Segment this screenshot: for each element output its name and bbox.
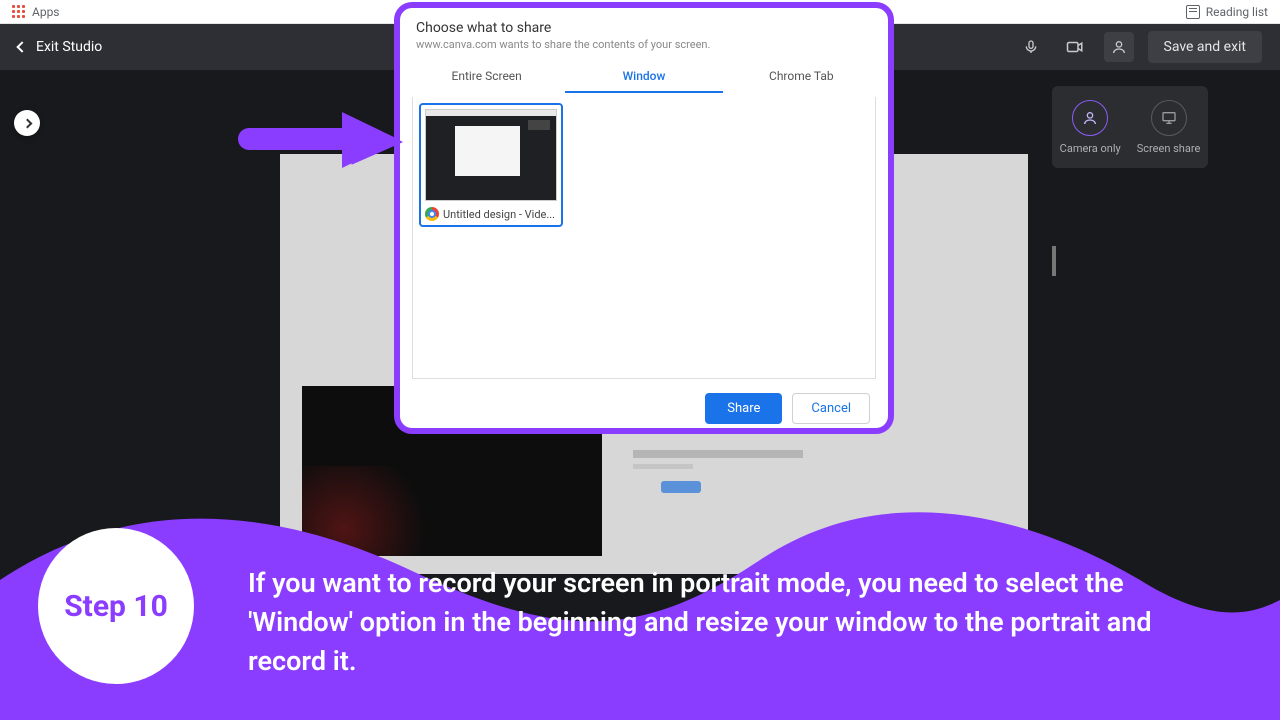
camera-only-label: Camera only — [1060, 142, 1121, 155]
reading-list-button[interactable]: Reading list — [1186, 5, 1268, 19]
cancel-button[interactable]: Cancel — [792, 393, 870, 424]
save-exit-label: Save and exit — [1164, 39, 1246, 55]
chrome-icon — [425, 207, 439, 221]
tab-chrome-tab[interactable]: Chrome Tab — [723, 61, 880, 93]
screen-share-option[interactable]: Screen share — [1137, 100, 1201, 155]
dialog-subtitle: www.canva.com wants to share the content… — [400, 38, 888, 61]
tab-window[interactable]: Window — [565, 61, 722, 93]
tutorial-step-banner: Step 10 If you want to record your scree… — [0, 490, 1280, 720]
camera-only-option[interactable]: Camera only — [1060, 100, 1121, 155]
recording-mode-panel: Camera only Screen share — [1052, 86, 1208, 168]
arrow-annotation — [232, 98, 412, 182]
presenter-icon[interactable] — [1104, 32, 1134, 62]
thumbnail-label: Untitled design - Vide... — [443, 208, 555, 221]
reading-list-icon — [1186, 5, 1200, 19]
canvas-marker — [1052, 246, 1056, 276]
dialog-body: Untitled design - Vide... — [412, 97, 876, 379]
step-badge: Step 10 — [38, 528, 194, 684]
screen-share-icon — [1151, 100, 1187, 136]
step-label: Step 10 — [64, 589, 168, 624]
share-button[interactable]: Share — [705, 393, 782, 424]
mic-icon[interactable] — [1016, 32, 1046, 62]
dialog-title: Choose what to share — [400, 8, 888, 38]
apps-button[interactable]: Apps — [12, 5, 60, 19]
step-instruction-text: If you want to record your screen in por… — [248, 564, 1220, 681]
header-actions: Save and exit — [1016, 31, 1262, 63]
dialog-tabs: Entire Screen Window Chrome Tab — [400, 61, 888, 93]
screen-share-dialog: Choose what to share www.canva.com wants… — [394, 2, 894, 434]
screen-share-label: Screen share — [1137, 142, 1201, 155]
thumbnail-label-row: Untitled design - Vide... — [425, 201, 557, 221]
apps-label: Apps — [32, 5, 60, 19]
save-and-exit-button[interactable]: Save and exit — [1148, 31, 1262, 63]
chevron-right-icon — [22, 118, 32, 128]
chevron-left-icon — [16, 41, 27, 52]
reading-list-label: Reading list — [1206, 5, 1268, 19]
person-icon — [1072, 100, 1108, 136]
camera-icon[interactable] — [1060, 32, 1090, 62]
dialog-footer: Share Cancel — [400, 383, 888, 434]
exit-studio-label: Exit Studio — [36, 39, 102, 55]
thumbnail-preview — [425, 109, 557, 201]
expand-panel-button[interactable] — [14, 110, 40, 136]
window-thumbnail[interactable]: Untitled design - Vide... — [419, 103, 563, 227]
exit-studio-button[interactable]: Exit Studio — [18, 39, 102, 55]
tab-entire-screen[interactable]: Entire Screen — [408, 61, 565, 93]
apps-grid-icon — [12, 5, 26, 19]
